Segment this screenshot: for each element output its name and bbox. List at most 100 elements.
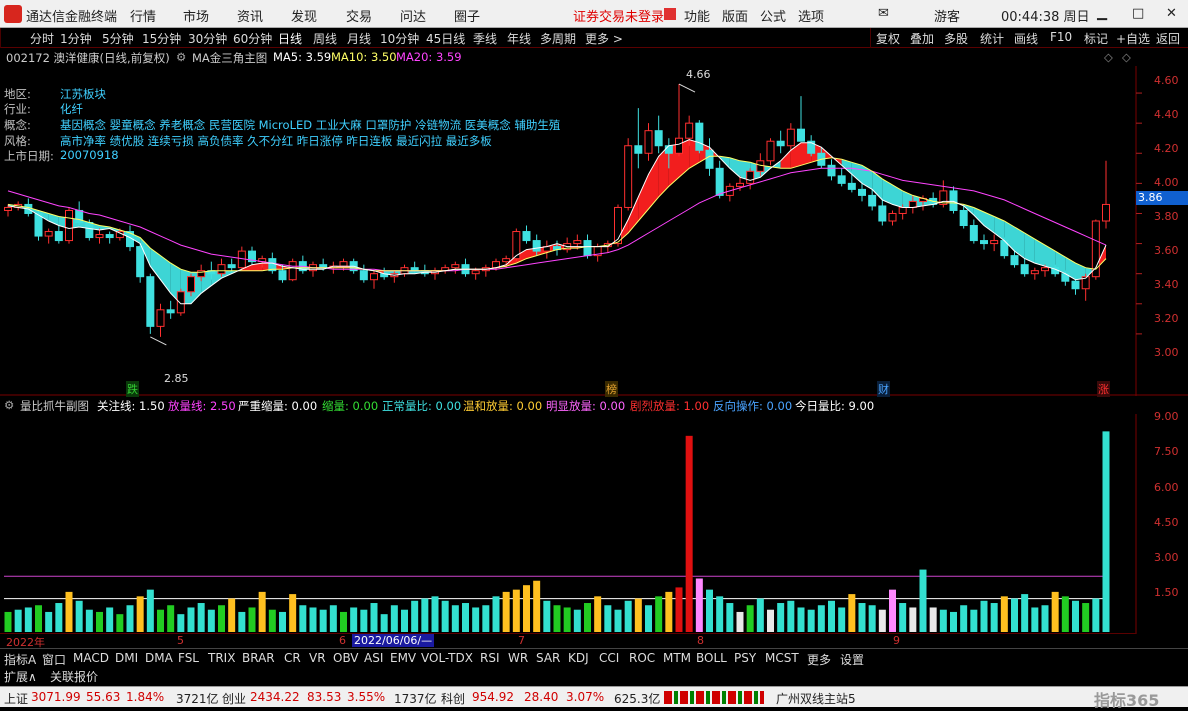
menu-wenda[interactable]: 问达 (400, 6, 426, 25)
period-5min[interactable]: 5分钟 (102, 30, 134, 47)
user-name[interactable]: 游客 (934, 6, 960, 25)
tab-psy[interactable]: PSY (734, 651, 756, 665)
tab-obv[interactable]: OBV (333, 651, 359, 665)
menu-faxian[interactable]: 发现 (291, 6, 317, 25)
close-icon[interactable]: ✕ (1166, 6, 1177, 21)
tab-boll[interactable]: BOLL (696, 651, 727, 665)
tool-duogu[interactable]: 多股 (944, 30, 968, 47)
tab-macd[interactable]: MACD (73, 651, 109, 665)
tab-dma[interactable]: DMA (145, 651, 173, 665)
tab-fsl[interactable]: FSL (178, 651, 199, 665)
period-45day[interactable]: 45日线 (426, 30, 465, 47)
vol-ratio-bar (553, 605, 561, 632)
candle-body (65, 209, 73, 242)
tab-dmi[interactable]: DMI (115, 651, 138, 665)
candle-body (878, 205, 887, 222)
vol-ratio-bar (950, 611, 957, 632)
candle-body (654, 130, 663, 147)
tool-f10[interactable]: F10 (1050, 30, 1072, 44)
menu-quanzi[interactable]: 圈子 (454, 6, 480, 25)
volume-ratio-chart[interactable] (0, 414, 1188, 634)
period-15min[interactable]: 15分钟 (142, 30, 181, 47)
menu-xuanxiang[interactable]: 选项 (798, 6, 824, 25)
vol-ratio-bar (482, 605, 490, 632)
cy-index-name[interactable]: 创业 (222, 690, 246, 707)
event-mark-cai[interactable]: 财 (877, 381, 890, 397)
tool-diejia[interactable]: 叠加 (910, 30, 934, 47)
tab-roc[interactable]: ROC (629, 651, 655, 665)
period-multi[interactable]: 多周期 (540, 30, 576, 47)
stock-code-name: 002172 澳洋健康(日线,前复权) (6, 51, 170, 65)
tool-fuquan[interactable]: 复权 (876, 30, 900, 47)
period-monthly[interactable]: 月线 (347, 30, 371, 47)
period-60min[interactable]: 60分钟 (233, 30, 272, 47)
tab-asi[interactable]: ASI (364, 651, 383, 665)
event-mark-bang[interactable]: 榜 (605, 381, 618, 397)
menu-gongshi[interactable]: 公式 (760, 6, 786, 25)
tab-cci[interactable]: CCI (599, 651, 619, 665)
period-weekly[interactable]: 周线 (313, 30, 337, 47)
vol-ratio-bar (24, 607, 32, 632)
panel-diamond-icon[interactable]: ◇ (1104, 50, 1113, 64)
ma-template-name[interactable]: MA金三角主图 (192, 50, 267, 66)
tab-related-quote[interactable]: 关联报价 (50, 668, 98, 685)
kc-index-change: 28.40 (524, 690, 559, 704)
minimize-icon[interactable]: ▁ (1097, 6, 1107, 21)
server-name[interactable]: 广州双线主站5 (776, 690, 856, 707)
tab-expand[interactable]: 扩展∧ (4, 668, 37, 685)
tab-vr[interactable]: VR (309, 651, 326, 665)
tab-vol-tdx[interactable]: VOL-TDX (421, 651, 473, 665)
tab-sar[interactable]: SAR (536, 651, 560, 665)
candle-body (502, 258, 511, 263)
tool-fanhui[interactable]: 返回 (1156, 30, 1180, 47)
tool-tongji[interactable]: 统计 (980, 30, 1004, 47)
tab-wr[interactable]: WR (508, 651, 528, 665)
period-quarter[interactable]: 季线 (473, 30, 497, 47)
vol-ratio-bar (645, 605, 652, 632)
menu-gongneng[interactable]: 功能 (684, 6, 710, 25)
tab-mcst[interactable]: MCST (765, 651, 799, 665)
restore-icon[interactable]: □ (1132, 6, 1144, 21)
menu-shichang[interactable]: 市场 (183, 6, 209, 25)
tool-biaoji[interactable]: 标记 (1084, 30, 1108, 47)
period-10min[interactable]: 10分钟 (380, 30, 419, 47)
tab-trix[interactable]: TRIX (208, 651, 235, 665)
event-mark-zhang[interactable]: 涨 (1097, 381, 1110, 397)
tab-brar[interactable]: BRAR (242, 651, 275, 665)
tab-rsi[interactable]: RSI (480, 651, 500, 665)
trade-login-warning[interactable]: 证券交易未登录 (573, 6, 664, 25)
period-daily[interactable]: 日线 (278, 30, 302, 47)
event-mark-die[interactable]: 跌 (126, 381, 139, 397)
mail-icon[interactable]: ✉ (878, 6, 889, 21)
menu-hangqing[interactable]: 行情 (130, 6, 156, 25)
settings-icon[interactable]: ⚙ (176, 50, 186, 64)
panel-collapse-icon[interactable]: ◇ (1122, 50, 1131, 64)
period-1min[interactable]: 1分钟 (60, 30, 92, 47)
tab-cr[interactable]: CR (284, 651, 301, 665)
menu-jiaoyi[interactable]: 交易 (346, 6, 372, 25)
indicator-settings-icon[interactable]: ⚙ (4, 398, 14, 412)
expand-line-value: 放量线: 2.50 (168, 399, 236, 413)
tab-mtm[interactable]: MTM (663, 651, 691, 665)
period-yearly[interactable]: 年线 (507, 30, 531, 47)
price-tick: 3.40 (1154, 278, 1179, 291)
tab-emv[interactable]: EMV (390, 651, 416, 665)
tool-zixuan[interactable]: +自选 (1116, 30, 1150, 47)
menu-zixun[interactable]: 资讯 (237, 6, 263, 25)
kc-index-name[interactable]: 科创 (441, 690, 465, 707)
candle-body (827, 164, 836, 177)
sh-index-name[interactable]: 上证 (4, 690, 28, 707)
period-fenshi[interactable]: 分时 (30, 30, 54, 47)
tab-kdj[interactable]: KDJ (568, 651, 589, 665)
candle-body (1102, 203, 1110, 222)
period-30min[interactable]: 30分钟 (188, 30, 227, 47)
stock-title-bar: 002172 澳洋健康(日线,前复权) ⚙ MA金三角主图 MA5: 3.59 … (0, 48, 1140, 66)
candlestick-chart[interactable] (0, 66, 1188, 396)
vol-ratio-bar (939, 609, 947, 632)
indicator-title[interactable]: 量比抓牛副图 (20, 398, 89, 414)
vol-ratio-bar (370, 603, 378, 632)
menu-banmian[interactable]: 版面 (722, 6, 748, 25)
tool-huaxian[interactable]: 画线 (1014, 30, 1038, 47)
period-more[interactable]: 更多 > (585, 30, 623, 47)
status-bar: 上证 3071.99 55.63 1.84% 3721亿 创业 2434.22 … (0, 686, 1188, 710)
